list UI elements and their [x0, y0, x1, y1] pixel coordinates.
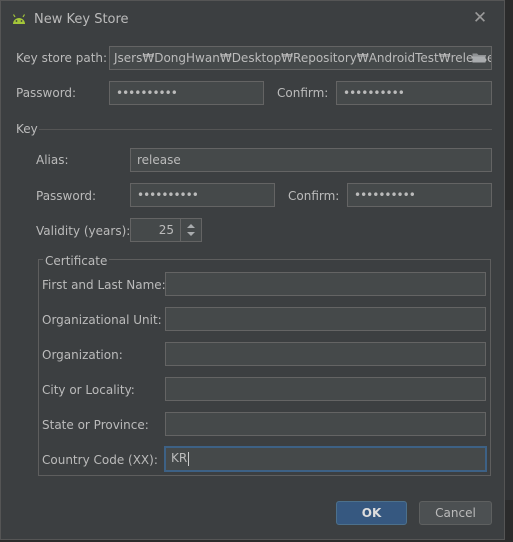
keystore-confirm-label: Confirm: — [277, 86, 329, 100]
key-password-label: Password: — [36, 189, 97, 203]
keystore-path-value: Jsers₩DongHwan₩Desktop₩Repository₩Androi… — [114, 51, 492, 65]
spinner-arrows-icon — [187, 224, 195, 236]
key-confirm-label: Confirm: — [288, 189, 340, 203]
alias-input[interactable]: release — [130, 148, 492, 172]
android-icon — [12, 14, 26, 24]
org-unit-input[interactable] — [165, 307, 486, 331]
certificate-section-label: Certificate — [43, 253, 110, 268]
key-section-divider — [39, 129, 492, 130]
country-code-label: Country Code (XX): — [42, 453, 158, 467]
country-code-input[interactable]: KR — [164, 446, 487, 472]
cancel-button[interactable]: Cancel — [419, 501, 492, 525]
dialog-title: New Key Store — [34, 12, 129, 27]
first-last-name-input[interactable] — [165, 272, 486, 296]
validity-label: Validity (years): — [36, 224, 131, 238]
first-last-name-label: First and Last Name: — [42, 278, 166, 292]
organization-label: Organization: — [42, 348, 123, 362]
validity-spinner-buttons[interactable] — [180, 218, 202, 242]
new-key-store-dialog: New Key Store ✕ Key store path: Jsers₩Do… — [0, 0, 505, 540]
close-button[interactable]: ✕ — [470, 8, 490, 28]
keystore-password-input[interactable]: •••••••••• — [109, 81, 264, 105]
keystore-path-label: Key store path: — [16, 51, 108, 65]
city-input[interactable] — [165, 377, 486, 401]
validity-spinner-input[interactable]: 25 — [130, 218, 181, 242]
text-caret — [188, 451, 190, 466]
city-label: City or Locality: — [42, 383, 135, 397]
country-code-value: KR — [171, 451, 188, 465]
folder-icon[interactable] — [472, 52, 486, 63]
keystore-password-label: Password: — [16, 86, 77, 100]
state-label: State or Province: — [42, 418, 149, 432]
state-input[interactable] — [165, 412, 486, 436]
org-unit-label: Organizational Unit: — [42, 313, 162, 327]
alias-label: Alias: — [36, 153, 69, 167]
keystore-confirm-input[interactable]: •••••••••• — [336, 81, 492, 105]
key-password-input[interactable]: •••••••••• — [130, 183, 275, 207]
keystore-path-input[interactable]: Jsers₩DongHwan₩Desktop₩Repository₩Androi… — [109, 46, 492, 70]
title-bar: New Key Store ✕ — [1, 1, 504, 37]
ok-button[interactable]: OK — [336, 501, 407, 525]
organization-input[interactable] — [165, 342, 486, 366]
key-section-label: Key — [16, 122, 38, 136]
key-confirm-input[interactable]: •••••••••• — [347, 183, 492, 207]
close-icon: ✕ — [472, 8, 488, 28]
ide-editor-edge — [504, 210, 513, 500]
